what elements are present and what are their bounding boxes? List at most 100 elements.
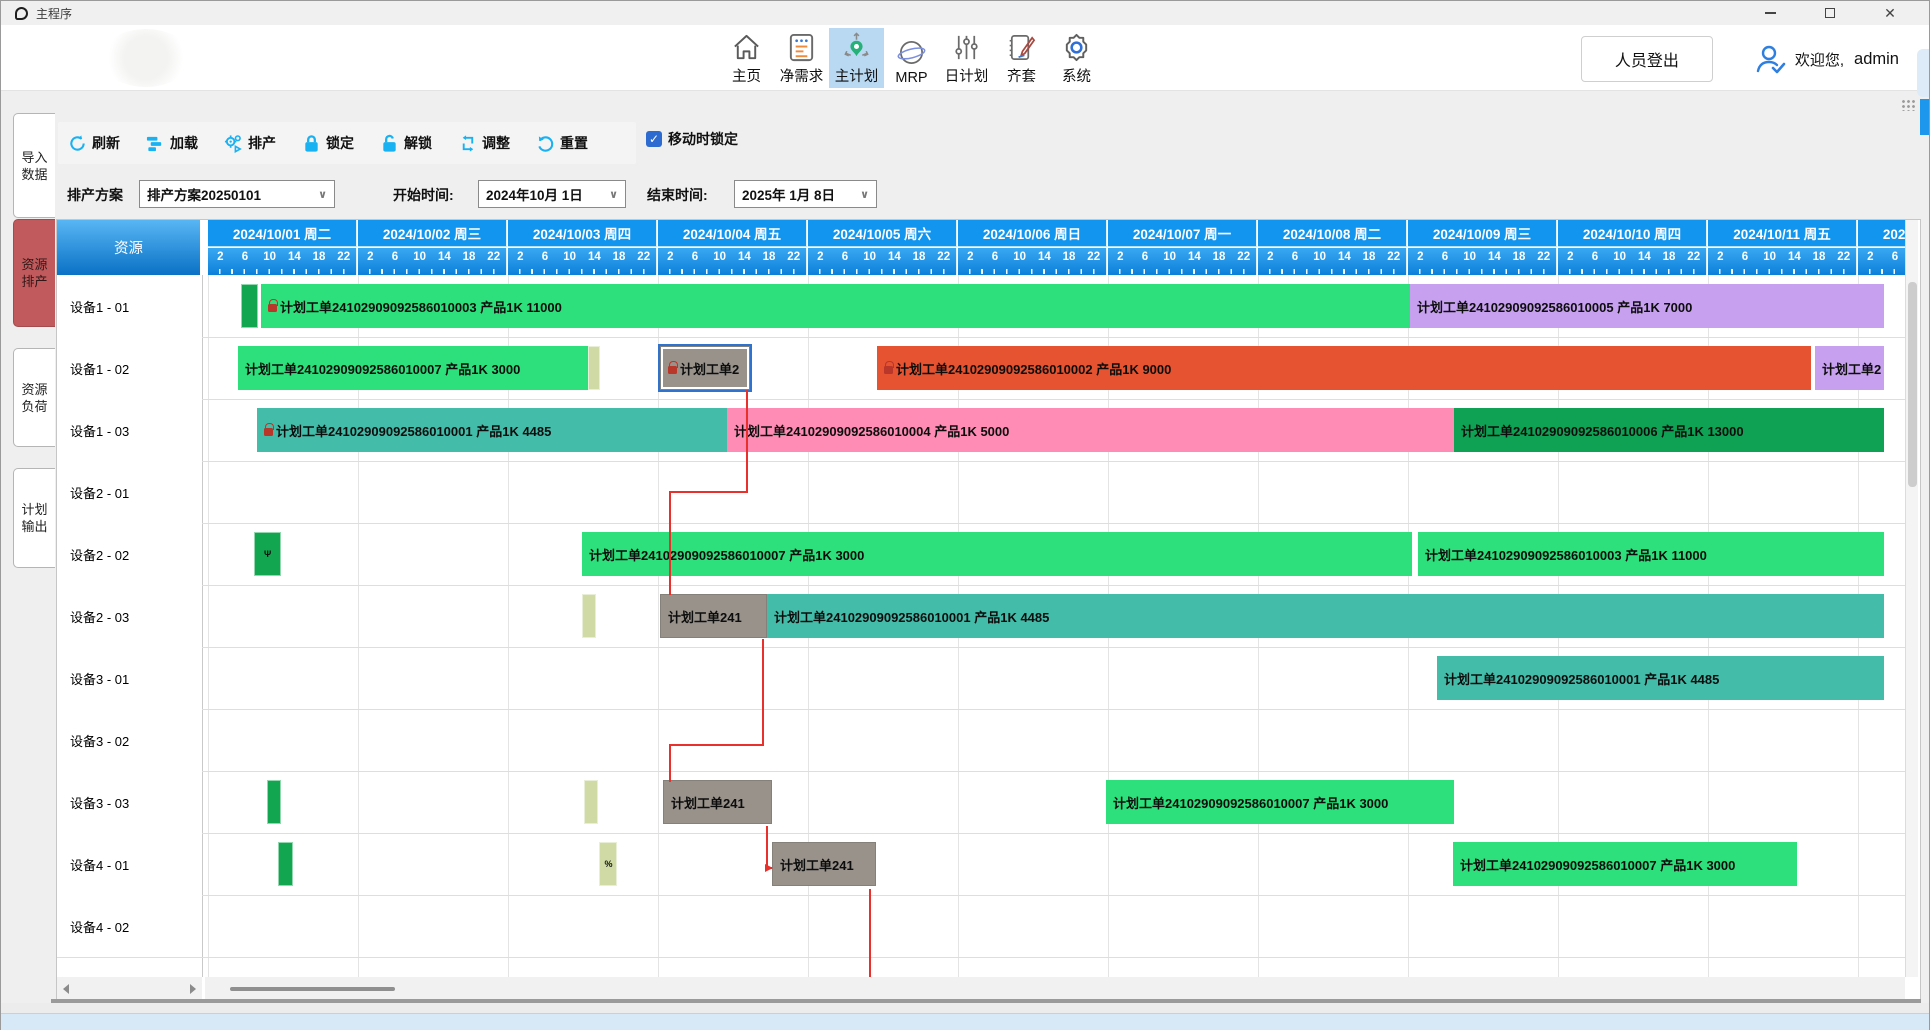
day-hour-scale: 2610141822 xyxy=(658,248,807,275)
hour-ticks xyxy=(358,269,504,274)
horizontal-scrollbar[interactable] xyxy=(205,977,1905,1001)
gantt-bar[interactable]: 计划工单24102909092586010003 产品1K 11000 xyxy=(261,284,1410,328)
day-hour-scale: 2610141822 xyxy=(1858,248,1905,275)
app-icon xyxy=(15,7,28,20)
nav-item-label: 主页 xyxy=(732,65,761,86)
nav-item-主页[interactable]: 主页 xyxy=(719,28,774,88)
gantt-bar[interactable] xyxy=(584,780,598,824)
toolbar-button-加载[interactable]: 加载 xyxy=(146,133,198,153)
gantt-bar[interactable]: 计划工单241 xyxy=(772,842,876,886)
resize-grip[interactable] xyxy=(1901,99,1917,111)
gantt-bar-label: 计划工单24102909092586010005 产品1K 7000 xyxy=(1417,297,1692,316)
gantt-bar[interactable]: Ψ xyxy=(254,532,281,576)
gantt-bar[interactable]: 计划工单24102909092586010002 产品1K 9000 xyxy=(877,346,1811,390)
nav-item-label: 日计划 xyxy=(945,65,989,86)
resource-column-scrollbar[interactable] xyxy=(57,977,202,1001)
day-header: 2024/10/01 周二 xyxy=(208,220,357,247)
day-hour-scale: 2610141822 xyxy=(358,248,507,275)
day-header: 2024/10/11 周五 xyxy=(1708,220,1857,247)
scroll-left-icon[interactable] xyxy=(63,984,69,994)
gantt-bar-label: 计划工单241 xyxy=(668,607,742,626)
toolbar-button-锁定[interactable]: 锁定 xyxy=(302,133,354,153)
row-gridline xyxy=(57,771,1905,772)
gantt-bar[interactable] xyxy=(588,346,600,390)
resource-row-label: 设备1 - 01 xyxy=(57,275,202,337)
vertical-scrollbar[interactable] xyxy=(1905,220,1918,977)
lock-icon xyxy=(668,366,677,374)
gantt-bar[interactable] xyxy=(241,284,258,328)
close-button[interactable]: ✕ xyxy=(1873,1,1907,25)
gantt-bar[interactable]: 计划工单24102909092586010001 产品1K 4485 xyxy=(257,408,727,452)
nav-item-系统[interactable]: 系统 xyxy=(1049,28,1104,88)
checkbox-check-icon[interactable]: ✓ xyxy=(646,131,662,147)
sidebar-tab-计划输出[interactable]: 计划输出 xyxy=(13,468,55,568)
toolbar-button-label: 加载 xyxy=(170,133,198,153)
gantt-bar[interactable]: 计划工单2 xyxy=(1815,346,1884,390)
app-header: 主页净需求主计划MRP 日计划齐套系统 人员登出 欢迎您, admin xyxy=(1,25,1929,91)
gantt-bar[interactable]: 计划工单24102909092586010007 产品1K 3000 xyxy=(582,532,1412,576)
lock-icon xyxy=(302,134,326,153)
maximize-button[interactable] xyxy=(1813,1,1847,25)
horizontal-scrollbar-thumb[interactable] xyxy=(230,987,395,991)
toolbar-button-label: 调整 xyxy=(482,133,510,153)
gantt-bar-label: 计划工单24102909092586010003 产品1K 11000 xyxy=(280,297,562,316)
welcome-area: 欢迎您, admin xyxy=(1753,42,1899,76)
scroll-right-icon[interactable] xyxy=(190,984,196,994)
bar-mark: Ψ xyxy=(264,549,271,560)
hour-ticks xyxy=(808,269,954,274)
toolbar-button-重置[interactable]: 重置 xyxy=(536,133,588,153)
toolbar-button-排产[interactable]: 排产 xyxy=(224,133,276,153)
start-time-label: 开始时间: xyxy=(393,185,454,205)
nav-item-主计划[interactable]: 主计划 xyxy=(829,28,884,88)
gantt-bar-label: 计划工单24102909092586010007 产品1K 3000 xyxy=(245,359,520,378)
gantt-bar[interactable]: 计划工单24102909092586010007 产品1K 3000 xyxy=(1453,842,1797,886)
nav-item-日计划[interactable]: 日计划 xyxy=(939,28,994,88)
vertical-scrollbar-thumb[interactable] xyxy=(1908,282,1917,487)
day-header: 2024/10/10 周四 xyxy=(1558,220,1707,247)
gantt-bar[interactable]: 计划工单24102909092586010007 产品1K 3000 xyxy=(1106,780,1454,824)
gantt-bar[interactable] xyxy=(278,842,293,886)
sidebar-tab-资源负荷[interactable]: 资源负荷 xyxy=(13,348,55,447)
gantt-bar[interactable]: 计划工单241 xyxy=(663,780,772,824)
end-time-select[interactable]: 2025年 1月 8日∨ xyxy=(734,180,877,208)
nav-item-MRP[interactable]: MRP xyxy=(884,28,939,88)
hour-ticks xyxy=(658,269,804,274)
gantt-bar[interactable]: 计划工单2 xyxy=(660,346,750,390)
day-header: 2024/10/04 周五 xyxy=(658,220,807,247)
hour-ticks xyxy=(508,269,654,274)
kitting-icon xyxy=(1006,32,1037,63)
gantt-bar[interactable]: 计划工单241 xyxy=(660,594,767,638)
gantt-bar[interactable]: 计划工单24102909092586010005 产品1K 7000 xyxy=(1410,284,1884,328)
toolbar-button-刷新[interactable]: 刷新 xyxy=(68,133,120,153)
resource-row-label: 设备1 - 02 xyxy=(57,337,202,399)
gantt-bar[interactable]: % xyxy=(599,842,617,886)
day-header: 2024/10/08 周二 xyxy=(1258,220,1407,247)
start-time-select[interactable]: 2024年10月 1日∨ xyxy=(478,180,626,208)
plan-select[interactable]: 排产方案20250101∨ xyxy=(139,180,335,208)
resource-row-label: 设备2 - 02 xyxy=(57,523,202,585)
daily-plan-icon xyxy=(951,32,982,63)
logout-button[interactable]: 人员登出 xyxy=(1581,36,1713,82)
day-header: 2024/10/12 周六 xyxy=(1858,220,1905,247)
toolbar-button-调整[interactable]: 调整 xyxy=(458,133,510,153)
minimize-button[interactable] xyxy=(1753,1,1787,25)
window-title: 主程序 xyxy=(36,5,72,22)
gantt-bar[interactable]: 计划工单24102909092586010004 产品1K 5000 xyxy=(727,408,1454,452)
gantt-bar[interactable]: 计划工单24102909092586010007 产品1K 3000 xyxy=(238,346,588,390)
gantt-bar[interactable]: 计划工单24102909092586010006 产品1K 13000 xyxy=(1454,408,1884,452)
gantt-bar[interactable]: 计划工单24102909092586010003 产品1K 11000 xyxy=(1418,532,1884,576)
gantt-bar[interactable]: 计划工单24102909092586010001 产品1K 4485 xyxy=(1437,656,1884,700)
gantt-bar-label: 计划工单24102909092586010003 产品1K 11000 xyxy=(1425,545,1707,564)
lock-on-move-checkbox[interactable]: ✓ 移动时锁定 xyxy=(646,129,738,149)
nav-item-齐套[interactable]: 齐套 xyxy=(994,28,1049,88)
nav-item-净需求[interactable]: 净需求 xyxy=(774,28,829,88)
toolbar-button-解锁[interactable]: 解锁 xyxy=(380,133,432,153)
resource-row-label: 设备2 - 03 xyxy=(57,585,202,647)
gantt-panel: 2024/10/01 周二26101418222024/10/02 周三2610… xyxy=(56,219,1921,1001)
sidebar-tab-资源排产[interactable]: 资源排产 xyxy=(13,219,55,327)
gantt-bar[interactable]: 计划工单24102909092586010001 产品1K 4485 xyxy=(767,594,1884,638)
system-icon xyxy=(1061,32,1092,63)
gantt-bar[interactable] xyxy=(267,780,281,824)
plan-label: 排产方案 xyxy=(67,185,123,205)
gantt-bar[interactable] xyxy=(582,594,596,638)
